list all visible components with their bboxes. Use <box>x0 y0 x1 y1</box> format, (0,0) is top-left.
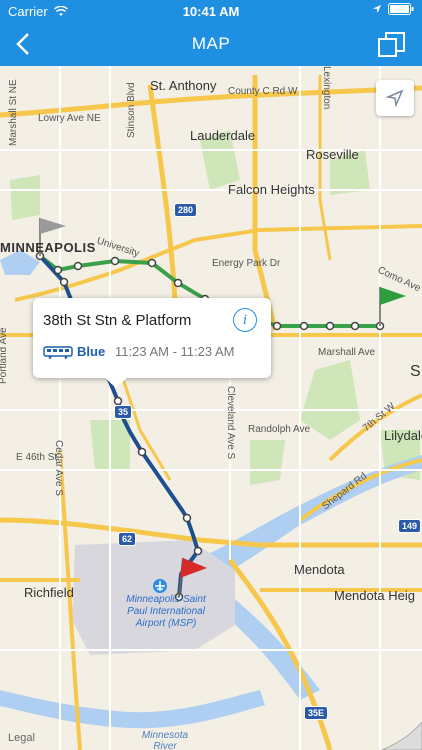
shield-i149: 149 <box>398 519 422 533</box>
map-background <box>0 66 422 750</box>
callout-pointer <box>104 377 128 388</box>
page-title: MAP <box>191 34 231 53</box>
map-label-minnesota-river: Minnesota River <box>141 730 189 750</box>
train-icon <box>43 345 73 359</box>
map-label-roseville: Roseville <box>306 147 359 162</box>
map-label-lowry: Lowry Ave NE <box>38 113 101 124</box>
info-icon: i <box>242 312 248 328</box>
map-label-mendota-heights: Mendota Heig <box>334 588 415 603</box>
nav-bar: MAP <box>0 22 422 66</box>
status-bar: Carrier 10:41 AM <box>0 0 422 22</box>
location-arrow-icon <box>386 89 404 107</box>
map-label-energy-park: Energy Park Dr <box>212 258 281 269</box>
map-label-st-anthony: St. Anthony <box>150 78 217 93</box>
location-arrow-icon <box>373 5 381 13</box>
info-button[interactable]: i <box>233 308 257 332</box>
page-curl-icon[interactable] <box>382 722 422 750</box>
status-time: 10:41 AM <box>182 4 240 19</box>
map-label-falcon-heights: Falcon Heights <box>228 182 315 197</box>
battery-icon <box>388 3 414 15</box>
map-label-county-c-rd: County C Rd W <box>228 86 298 97</box>
map-label-e46th: E 46th St <box>16 452 58 463</box>
locate-me-button[interactable] <box>376 80 414 116</box>
map-label-marshall-st: Marshall St NE <box>8 79 19 146</box>
shield-r62: 62 <box>118 532 137 546</box>
shield-i280: 280 <box>174 203 198 217</box>
status-right <box>372 3 414 15</box>
copy-button[interactable] <box>376 29 408 61</box>
callout-route: Blue <box>43 344 105 359</box>
map-label-cleveland: Cleveland Ave S <box>225 386 236 460</box>
map-label-portland: Portland Ave <box>0 327 9 384</box>
map-label-lexington: Lexington <box>321 66 332 110</box>
stop-callout[interactable]: 38th St Stn & Platform i Blue 11:23 AM -… <box>33 298 271 378</box>
map-label-randolph: Randolph Ave <box>248 424 311 435</box>
map-label-airport: Minneapolis-Saint Paul International Air… <box>126 594 206 629</box>
callout-route-label: Blue <box>77 344 106 359</box>
map-label-lilydale: Lilydale <box>384 428 422 443</box>
map-label-lauderdale: Lauderdale <box>190 128 256 143</box>
map-label-mendota: Mendota <box>294 562 345 577</box>
map-label-minneapolis: MINNEAPOLIS <box>0 240 96 255</box>
shield-i35w: 35 <box>114 405 133 419</box>
copy-icon <box>378 32 405 57</box>
map-label-cedar: Cedar Ave S <box>53 440 64 496</box>
airport-icon <box>153 579 167 593</box>
callout-times: 11:23 AM - 11:23 AM <box>115 344 235 359</box>
map-label-stinson: Stinson Blvd <box>126 82 137 138</box>
map-label-s: S <box>410 363 421 380</box>
shield-i35e: 35E <box>304 706 329 720</box>
map-label-richfield: Richfield <box>24 585 74 600</box>
map-label-marshall: Marshall Ave <box>318 347 376 358</box>
map-view[interactable]: St. Anthony County C Rd W Lowry Ave NE L… <box>0 66 422 750</box>
legal-link[interactable]: Legal <box>8 732 35 744</box>
callout-stop-name: 38th St Stn & Platform <box>43 312 192 329</box>
